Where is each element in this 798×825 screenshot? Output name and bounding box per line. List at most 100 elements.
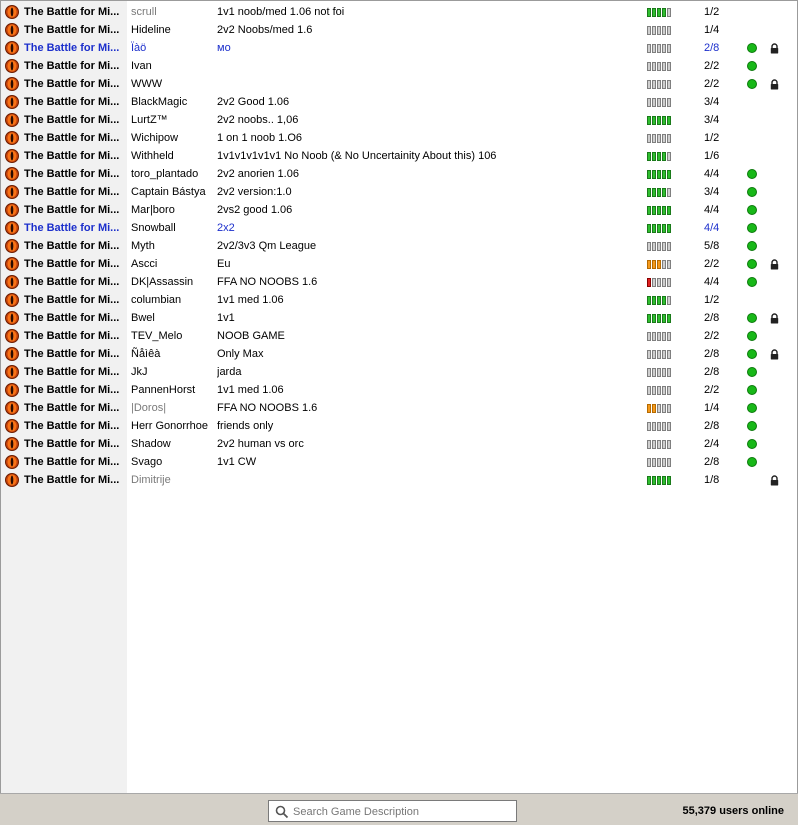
game-row[interactable]: The Battle for Mi... Snowball 2x2 4/4 [1,219,797,237]
meter-segment [652,278,656,287]
connection-quality-meter [647,98,672,108]
meter-segment [652,314,656,323]
meter-segment [657,152,661,161]
game-row[interactable]: The Battle for Mi... Dimitrije 1/8 [1,471,797,489]
player-count: 2/2 [704,78,720,90]
meter-segment [662,44,666,53]
online-dot-icon [747,457,757,467]
connection-quality-meter [647,8,672,18]
player-count: 2/8 [704,312,720,324]
game-row[interactable]: The Battle for Mi... Herr Gonorrhoe friend… [1,417,797,435]
meter-segment [667,62,671,71]
host-name: Hideline [131,24,171,36]
eye-of-sauron-icon [5,455,19,469]
meter-segment [652,386,656,395]
game-row[interactable]: The Battle for Mi... Ñåìêà Only Max 2/8 [1,345,797,363]
game-description: FFA NO NOOBS 1.6 [217,276,318,288]
host-name: DK|Assassin [131,276,194,288]
game-description: 2v2/3v3 Qm League [217,240,317,252]
player-count: 2/8 [704,456,720,468]
online-dot-icon [747,79,757,89]
game-row[interactable]: The Battle for Mi... Withheld 1v1v1v1v1v1 … [1,147,797,165]
game-list[interactable]: The Battle for Mi... scrull 1v1 noob/med 1… [0,0,798,793]
game-row[interactable]: The Battle for Mi... LurtZ™ 2v2 noobs.. 1,… [1,111,797,129]
game-row[interactable]: The Battle for Mi... Captain Bástya 2v2 ve… [1,183,797,201]
player-count: 2/8 [704,366,720,378]
game-row[interactable]: The Battle for Mi... TEV_Melo NOOB GAME 2/2 [1,327,797,345]
connection-quality-meter [647,476,672,486]
game-name: The Battle for Mi... [24,168,120,180]
game-row[interactable]: The Battle for Mi... Ivan 2/2 [1,57,797,75]
connection-quality-meter [647,386,672,396]
host-name: |Doros| [131,402,167,414]
player-count: 5/8 [704,240,720,252]
eye-of-sauron-icon [5,95,19,109]
connection-quality-meter [647,440,672,450]
connection-quality-meter [647,80,672,90]
meter-segment [662,458,666,467]
game-row[interactable]: The Battle for Mi... Hideline 2v2 Noobs/me… [1,21,797,39]
game-row[interactable]: The Battle for Mi... DK|Assassin FFA NO NO… [1,273,797,291]
host-name: toro_plantado [131,168,199,180]
player-count: 1/4 [704,24,720,36]
meter-segment [667,386,671,395]
player-count: 2/8 [704,348,720,360]
game-row[interactable]: The Battle for Mi... Mar|boro 2vs2 good 1.… [1,201,797,219]
game-row[interactable]: The Battle for Mi... Ïàö мо 2/8 [1,39,797,57]
game-row[interactable]: The Battle for Mi... JkJ jarda 2/8 [1,363,797,381]
game-row[interactable]: The Battle for Mi... |Doros| FFA NO NOOBS … [1,399,797,417]
connection-quality-meter [647,62,672,72]
eye-of-sauron-icon [5,221,19,235]
game-description: 1v1 med 1.06 [217,294,284,306]
meter-segment [662,404,666,413]
game-row[interactable]: The Battle for Mi... Svago 1v1 CW 2/8 [1,453,797,471]
game-description: 2v2 Good 1.06 [217,96,290,108]
host-name: Mar|boro [131,204,175,216]
meter-segment [667,314,671,323]
game-row[interactable]: The Battle for Mi... toro_plantado 2v2 ano… [1,165,797,183]
game-row[interactable]: The Battle for Mi... BlackMagic 2v2 Good 1… [1,93,797,111]
meter-segment [657,350,661,359]
game-row[interactable]: The Battle for Mi... Myth 2v2/3v3 Qm Leagu… [1,237,797,255]
player-count: 1/4 [704,402,720,414]
game-row[interactable]: The Battle for Mi... Ascci Eu 2/2 [1,255,797,273]
host-name: columbian [131,294,182,306]
player-count: 2/4 [704,438,720,450]
player-count: 2/2 [704,258,720,270]
host-name: TEV_Melo [131,330,183,342]
connection-quality-meter [647,368,672,378]
host-name: Ivan [131,60,152,72]
game-row[interactable]: The Battle for Mi... Wichipow 1 on 1 noob … [1,129,797,147]
meter-segment [652,350,656,359]
game-name: The Battle for Mi... [24,438,120,450]
eye-of-sauron-icon [5,473,19,487]
connection-quality-meter [647,170,672,180]
meter-segment [652,8,656,17]
game-description: 2v2 Noobs/med 1.6 [217,24,313,36]
connection-quality-meter [647,350,672,360]
meter-segment [662,26,666,35]
game-row[interactable]: The Battle for Mi... scrull 1v1 noob/med 1… [1,3,797,21]
lock-icon [770,79,779,90]
meter-segment [662,98,666,107]
game-name: The Battle for Mi... [24,186,120,198]
meter-segment [667,242,671,251]
game-row[interactable]: The Battle for Mi... Bwel 1v1 2/8 [1,309,797,327]
meter-segment [667,368,671,377]
connection-quality-meter [647,224,672,234]
game-row[interactable]: The Battle for Mi... PannenHorst 1v1 med 1… [1,381,797,399]
game-row[interactable]: The Battle for Mi... columbian 1v1 med 1.0… [1,291,797,309]
meter-segment [667,458,671,467]
meter-segment [657,8,661,17]
game-name: The Battle for Mi... [24,204,120,216]
connection-quality-meter [647,332,672,342]
game-row[interactable]: The Battle for Mi... WWW 2/2 [1,75,797,93]
player-count: 4/4 [704,222,720,234]
player-count: 3/4 [704,96,720,108]
meter-segment [667,296,671,305]
game-row[interactable]: The Battle for Mi... Shadow 2v2 human vs o… [1,435,797,453]
search-box[interactable] [268,800,517,822]
player-count: 4/4 [704,168,720,180]
search-input[interactable] [291,803,515,821]
host-name: Snowball [131,222,176,234]
